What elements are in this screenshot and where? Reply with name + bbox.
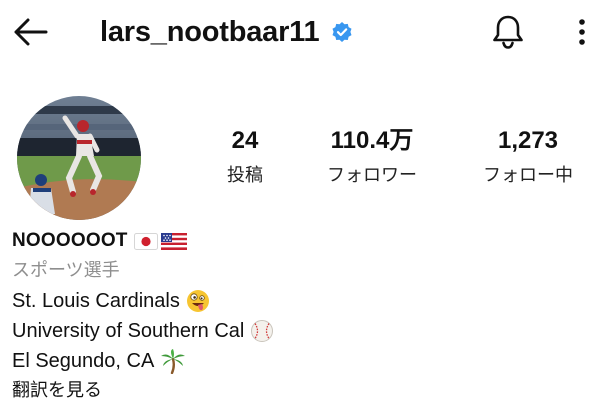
notifications-button[interactable] xyxy=(486,10,530,54)
bell-icon xyxy=(493,15,523,49)
palm-tree-icon xyxy=(160,348,186,374)
following-count: 1,273 xyxy=(497,127,559,154)
following-label: フォロー中 xyxy=(483,165,573,186)
profile-bio: NOOOOOOT スポーツ選手 St. Louis Cardinals Univ… xyxy=(12,226,592,406)
followers-stat[interactable]: 110.4万 フォロワー xyxy=(307,126,437,190)
arrow-left-icon xyxy=(14,18,48,46)
bio-line-location: El Segundo, CA xyxy=(12,346,592,376)
username-header: lars_nootbaar11 xyxy=(100,12,353,52)
username: lars_nootbaar11 xyxy=(100,15,320,48)
bio-line-team: St. Louis Cardinals xyxy=(12,286,592,316)
bio-text: El Segundo, CA xyxy=(12,350,155,372)
verified-badge-icon xyxy=(331,21,353,43)
profile-stats: 24 投稿 110.4万 フォロワー 1,273 フォロー中 xyxy=(180,126,600,196)
profile-avatar[interactable] xyxy=(17,96,141,220)
bio-line-school: University of Southern Cal xyxy=(12,316,592,346)
posts-label: 投稿 xyxy=(227,165,263,186)
more-vertical-icon xyxy=(579,19,585,45)
zany-face-icon xyxy=(186,289,210,313)
top-bar: lars_nootbaar11 xyxy=(0,0,600,64)
posts-count: 24 xyxy=(231,127,259,154)
flag-usa-icon xyxy=(160,232,187,250)
profile-photo xyxy=(17,96,141,220)
display-name: NOOOOOOT xyxy=(12,230,128,251)
flag-japan-icon xyxy=(133,232,158,250)
see-translation-link[interactable]: 翻訳を見る xyxy=(12,376,102,406)
posts-stat[interactable]: 24 投稿 xyxy=(180,126,310,190)
followers-count: 110.4万 xyxy=(330,127,414,154)
back-button[interactable] xyxy=(8,12,52,52)
followers-label: フォロワー xyxy=(327,165,417,186)
category-line: スポーツ選手 xyxy=(12,256,592,286)
bio-text: St. Louis Cardinals xyxy=(12,290,180,312)
more-options-button[interactable] xyxy=(564,10,600,54)
bio-text: University of Southern Cal xyxy=(12,320,245,342)
following-stat[interactable]: 1,273 フォロー中 xyxy=(463,126,593,190)
display-name-line: NOOOOOOT xyxy=(12,226,592,256)
translate-line: 翻訳を見る xyxy=(12,376,592,406)
profile-category: スポーツ選手 xyxy=(12,260,120,281)
baseball-icon xyxy=(250,319,274,343)
